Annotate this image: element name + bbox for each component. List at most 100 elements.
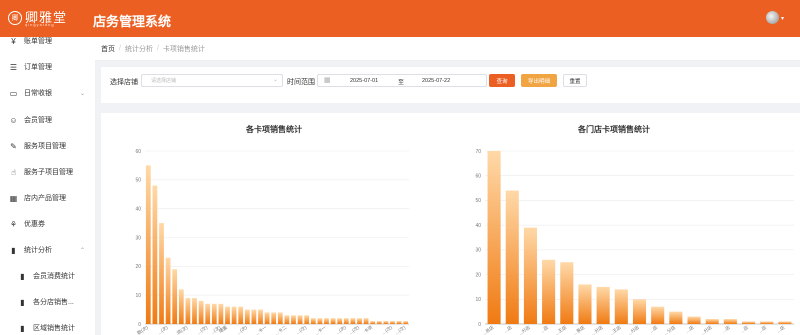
bar-chart-icon: ▮ xyxy=(11,246,16,255)
sidebar-item-statistics[interactable]: ▮ 统计分析 ⌃ xyxy=(0,244,95,258)
calendar-icon: ▦ xyxy=(324,77,331,84)
bar[interactable] xyxy=(310,318,316,324)
order-icon: ☰ xyxy=(9,63,18,72)
bar[interactable] xyxy=(192,298,197,324)
sidebar-item-region-sales[interactable]: ▮ 区域销售统计 xyxy=(0,322,95,335)
bar[interactable] xyxy=(383,321,389,324)
bar[interactable] xyxy=(238,306,244,324)
bar[interactable] xyxy=(742,321,756,324)
bar[interactable] xyxy=(198,300,204,324)
bar[interactable] xyxy=(343,318,349,324)
bar[interactable] xyxy=(357,318,362,324)
bar[interactable] xyxy=(258,309,263,324)
bar[interactable] xyxy=(165,257,171,324)
bar[interactable] xyxy=(523,227,537,324)
bar[interactable] xyxy=(159,223,164,324)
x-tick-label: ...卡二 xyxy=(274,324,289,335)
sidebar-item-member-consumption[interactable]: ▮ 会员消费统计 xyxy=(0,270,95,284)
bar[interactable] xyxy=(185,298,191,324)
bar[interactable] xyxy=(505,190,519,324)
x-tick-label: ...(次) xyxy=(347,324,361,335)
y-tick-label: 10 xyxy=(475,297,481,303)
sidebar-item-products[interactable]: ▦ 店内产品管理 xyxy=(0,192,95,206)
sidebar-item-orders[interactable]: ☰ 订单管理 xyxy=(0,61,95,75)
user-avatar[interactable] xyxy=(766,11,779,24)
date-range-picker[interactable]: ▦ 2025-07-01 至 2025-07-22 xyxy=(317,74,487,87)
bar[interactable] xyxy=(225,306,230,324)
bar[interactable] xyxy=(596,286,610,324)
bar[interactable] xyxy=(271,312,277,324)
bar[interactable] xyxy=(330,318,336,324)
search-button[interactable]: 查询 xyxy=(489,74,515,87)
bar[interactable] xyxy=(390,321,395,324)
brand-logo[interactable]: 卿 卿雅堂 qingyatang xyxy=(8,8,67,28)
sidebar-item-coupons[interactable]: ⚘ 优惠券 xyxy=(0,218,95,232)
bar[interactable] xyxy=(578,284,592,324)
chevron-down-icon[interactable]: ▾ xyxy=(781,15,784,22)
store-sales-bar-chart: 010203040506070...总店 ...店 ...分店 ...店 ...王店..… xyxy=(475,149,794,335)
bar[interactable] xyxy=(337,318,343,324)
x-tick-label: ...王店 xyxy=(553,324,568,335)
sidebar-item-label: 日常收银 xyxy=(24,90,52,97)
bar[interactable] xyxy=(297,315,303,324)
reset-button[interactable]: 重置 xyxy=(563,74,587,87)
bar[interactable] xyxy=(205,303,211,324)
bar[interactable] xyxy=(277,312,283,324)
bar[interactable] xyxy=(350,318,356,324)
start-date[interactable]: 2025-07-01 xyxy=(350,78,378,84)
sidebar-item-services[interactable]: ✎ 服务项目管理 xyxy=(0,140,95,154)
bar[interactable] xyxy=(251,309,257,324)
bar[interactable] xyxy=(231,306,237,324)
store-select[interactable]: 请选择店铺 ⌄ xyxy=(141,74,283,87)
sidebar-item-label: 统计分析 xyxy=(24,247,52,254)
sidebar-item-branch-sales[interactable]: ▮ 各分店销售... xyxy=(0,296,95,310)
bar[interactable] xyxy=(376,321,382,324)
coupon-icon: ⚘ xyxy=(9,220,18,229)
bar[interactable] xyxy=(218,303,224,324)
bar[interactable] xyxy=(632,299,647,324)
bar[interactable] xyxy=(244,309,250,324)
sidebar-item-sub-services[interactable]: ☝ 服务子项目管理 xyxy=(0,166,95,180)
bar[interactable] xyxy=(760,321,774,324)
sidebar-item-label: 优惠券 xyxy=(24,221,45,228)
bar[interactable] xyxy=(284,315,290,324)
bar[interactable] xyxy=(324,318,329,324)
bar[interactable] xyxy=(542,259,556,324)
bar[interactable] xyxy=(396,321,402,324)
bar[interactable] xyxy=(363,318,369,324)
chevron-down-icon: ⌄ xyxy=(80,91,86,97)
sidebar-item-bills[interactable]: ¥ 账单管理 xyxy=(0,35,95,49)
x-tick-label: ...(次) xyxy=(394,324,408,335)
bar[interactable] xyxy=(669,311,683,324)
bar[interactable] xyxy=(264,312,270,324)
bar[interactable] xyxy=(304,315,310,324)
breadcrumb-home[interactable]: 首页 xyxy=(101,44,115,54)
bar[interactable] xyxy=(403,321,409,324)
bar[interactable] xyxy=(778,321,792,324)
bar[interactable] xyxy=(370,321,376,324)
bar[interactable] xyxy=(178,289,184,324)
export-button[interactable]: 导出明细 xyxy=(521,74,557,87)
bar[interactable] xyxy=(687,316,701,324)
x-tick-label: ...分店 xyxy=(699,324,714,335)
bar[interactable] xyxy=(651,306,665,324)
sidebar-item-cashier[interactable]: ▭ 日常收银 ⌄ xyxy=(0,87,95,101)
x-tick-label: ...店 xyxy=(757,324,768,335)
end-date[interactable]: 2025-07-22 xyxy=(422,78,450,84)
x-tick-label: ...泉店 xyxy=(572,324,587,335)
bar[interactable] xyxy=(560,262,574,324)
time-range-label: 时间范围 xyxy=(287,79,315,86)
bar[interactable] xyxy=(487,151,501,324)
bar[interactable] xyxy=(145,165,151,324)
bar[interactable] xyxy=(317,318,323,324)
bar[interactable] xyxy=(152,185,158,324)
bar[interactable] xyxy=(705,319,719,324)
sidebar-item-members[interactable]: ☺ 会员管理 xyxy=(0,114,95,128)
bar[interactable] xyxy=(172,269,178,324)
bar[interactable] xyxy=(291,315,296,324)
member-icon: ☺ xyxy=(9,116,18,125)
bar[interactable] xyxy=(614,289,628,324)
bar[interactable] xyxy=(211,303,217,324)
breadcrumb-statistics[interactable]: 统计分析 xyxy=(125,44,153,54)
bar[interactable] xyxy=(723,319,737,324)
